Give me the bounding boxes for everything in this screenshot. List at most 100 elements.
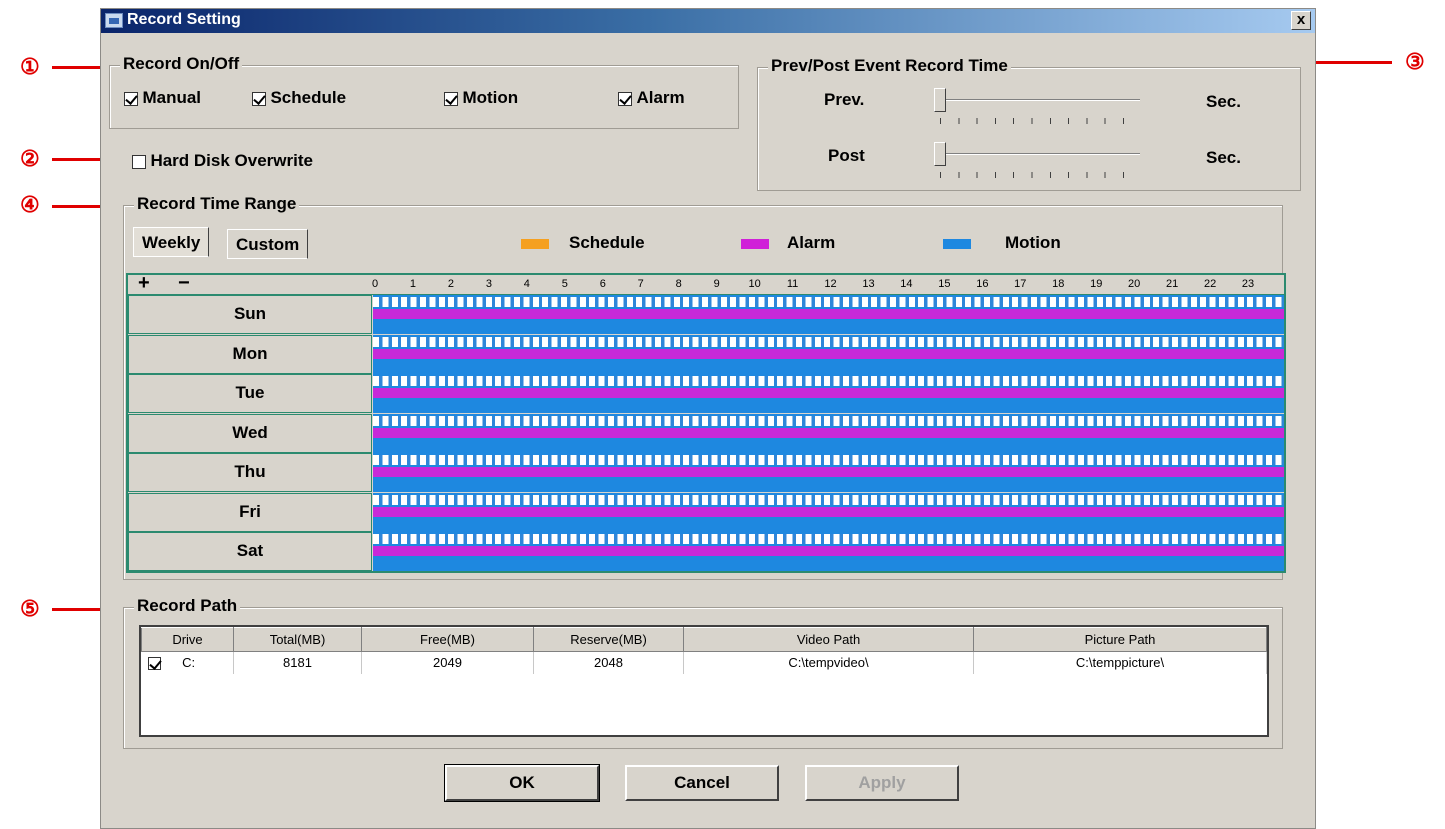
alarm-band <box>373 467 1284 477</box>
zoom-out-button[interactable]: − <box>178 272 190 295</box>
day-label[interactable]: Fri <box>128 492 372 532</box>
col-picture-path[interactable]: Picture Path <box>973 627 1267 652</box>
alarm-band <box>373 348 1284 359</box>
col-free[interactable]: Free(MB) <box>361 627 534 652</box>
schedule-band <box>373 297 1284 307</box>
day-schedule-track[interactable] <box>373 532 1284 571</box>
schedule-checkbox[interactable] <box>252 91 266 106</box>
day-row: Fri <box>128 492 1284 532</box>
schedule-band <box>373 336 1284 347</box>
prev-unit: Sec. <box>1206 92 1241 111</box>
col-total[interactable]: Total(MB) <box>233 627 362 652</box>
legend-motion-swatch <box>943 239 971 249</box>
schedule-band <box>373 376 1284 386</box>
hour-label: 12 <box>824 278 837 290</box>
hour-label: 10 <box>748 278 761 290</box>
apply-button[interactable]: Apply <box>805 765 959 801</box>
legend-alarm-swatch <box>741 239 769 249</box>
cancel-button[interactable]: Cancel <box>625 765 779 801</box>
record-time-range-title: Record Time Range <box>134 194 300 214</box>
day-schedule-track[interactable] <box>373 413 1284 453</box>
hour-label: 14 <box>900 278 913 290</box>
hour-label: 13 <box>862 278 875 290</box>
alarm-band <box>373 309 1284 319</box>
legend-schedule-label: Schedule <box>569 233 645 252</box>
day-label[interactable]: Wed <box>128 413 372 453</box>
day-schedule-track[interactable] <box>373 453 1284 492</box>
hour-label: 19 <box>1090 278 1103 290</box>
reserve-cell: 2048 <box>533 651 684 674</box>
day-label[interactable]: Tue <box>128 374 372 413</box>
prev-slider-track[interactable] <box>938 99 1140 101</box>
day-row: Thu <box>128 453 1284 492</box>
day-label[interactable]: Mon <box>128 334 372 374</box>
schedule-band <box>373 455 1284 465</box>
table-row[interactable]: C: 8181 2049 2048 C:\tempvideo\ C:\tempp… <box>141 651 1267 674</box>
day-label[interactable]: Sat <box>128 532 372 571</box>
alarm-checkbox[interactable] <box>618 91 632 106</box>
callout-4: ④ <box>20 192 40 217</box>
alarm-option[interactable]: Alarm <box>618 88 685 108</box>
schedule-grid: + − 0 1 2 3 4 5 6 7 8 9 10 11 12 13 14 15 16 17 18 19 20 21 22… <box>126 272 1286 573</box>
post-slider-track[interactable] <box>938 153 1140 155</box>
video-path-cell: C:\tempvideo\ <box>683 651 974 674</box>
event-time-group: Prev/Post Event Record Time Prev. Sec. P… <box>757 56 1301 191</box>
col-drive[interactable]: Drive <box>141 627 234 652</box>
hard-disk-overwrite-label: Hard Disk Overwrite <box>150 151 313 170</box>
schedule-band <box>373 534 1284 544</box>
post-label: Post <box>828 146 865 165</box>
record-setting-dialog: Record Setting x Record On/Off Manual Sc… <box>100 8 1316 829</box>
hard-disk-overwrite-option[interactable]: Hard Disk Overwrite <box>132 151 313 171</box>
day-schedule-track[interactable] <box>373 374 1284 413</box>
prev-label: Prev. <box>824 90 865 109</box>
hour-label: 5 <box>561 278 568 290</box>
tab-custom[interactable]: Custom <box>227 229 309 259</box>
post-slider-thumb[interactable] <box>934 142 946 166</box>
day-schedule-track[interactable] <box>373 295 1284 334</box>
motion-option[interactable]: Motion <box>444 88 518 108</box>
hour-label: 17 <box>1014 278 1027 290</box>
title-bar[interactable]: Record Setting x <box>101 9 1315 33</box>
manual-label: Manual <box>142 88 202 107</box>
hour-label: 4 <box>523 278 530 290</box>
hour-label: 16 <box>976 278 989 290</box>
day-label[interactable]: Sun <box>128 295 372 334</box>
schedule-option[interactable]: Schedule <box>252 88 346 108</box>
day-label[interactable]: Thu <box>128 453 372 492</box>
manual-option[interactable]: Manual <box>124 88 201 108</box>
record-path-table[interactable]: Drive Total(MB) Free(MB) Reserve(MB) Vid… <box>139 625 1269 737</box>
hour-label: 1 <box>409 278 417 290</box>
prev-slider-thumb[interactable] <box>934 88 946 112</box>
callout-3: ③ <box>1405 49 1425 74</box>
free-cell: 2049 <box>361 651 534 674</box>
tab-weekly[interactable]: Weekly <box>133 227 210 257</box>
event-time-title: Prev/Post Event Record Time <box>768 56 1011 76</box>
hard-disk-overwrite-checkbox[interactable] <box>132 154 146 169</box>
day-row: Wed <box>128 413 1284 453</box>
day-schedule-track[interactable] <box>373 334 1284 374</box>
ok-button[interactable]: OK <box>444 764 600 802</box>
legend-alarm-label: Alarm <box>787 233 836 252</box>
alarm-band <box>373 546 1284 556</box>
hour-label: 20 <box>1128 278 1141 290</box>
alarm-band <box>373 388 1284 398</box>
prev-slider-ticks <box>940 118 1140 124</box>
motion-checkbox[interactable] <box>444 91 458 106</box>
zoom-in-button[interactable]: + <box>138 272 150 295</box>
day-schedule-track[interactable] <box>373 492 1284 532</box>
legend-motion-label: Motion <box>1005 233 1061 252</box>
hour-label: 7 <box>637 278 644 290</box>
hour-label: 15 <box>938 278 951 290</box>
col-reserve[interactable]: Reserve(MB) <box>533 627 684 652</box>
close-button[interactable]: x <box>1291 11 1311 30</box>
hour-label: 3 <box>485 278 492 290</box>
day-row: Sun <box>128 295 1284 334</box>
hour-label: 18 <box>1052 278 1065 290</box>
drive-checkbox[interactable] <box>147 657 161 671</box>
day-row: Mon <box>128 334 1284 374</box>
hour-label: 6 <box>599 278 606 290</box>
col-video-path[interactable]: Video Path <box>683 627 974 652</box>
day-row: Sat <box>128 532 1284 571</box>
manual-checkbox[interactable] <box>124 91 138 106</box>
drive-cell: C: <box>141 651 234 674</box>
